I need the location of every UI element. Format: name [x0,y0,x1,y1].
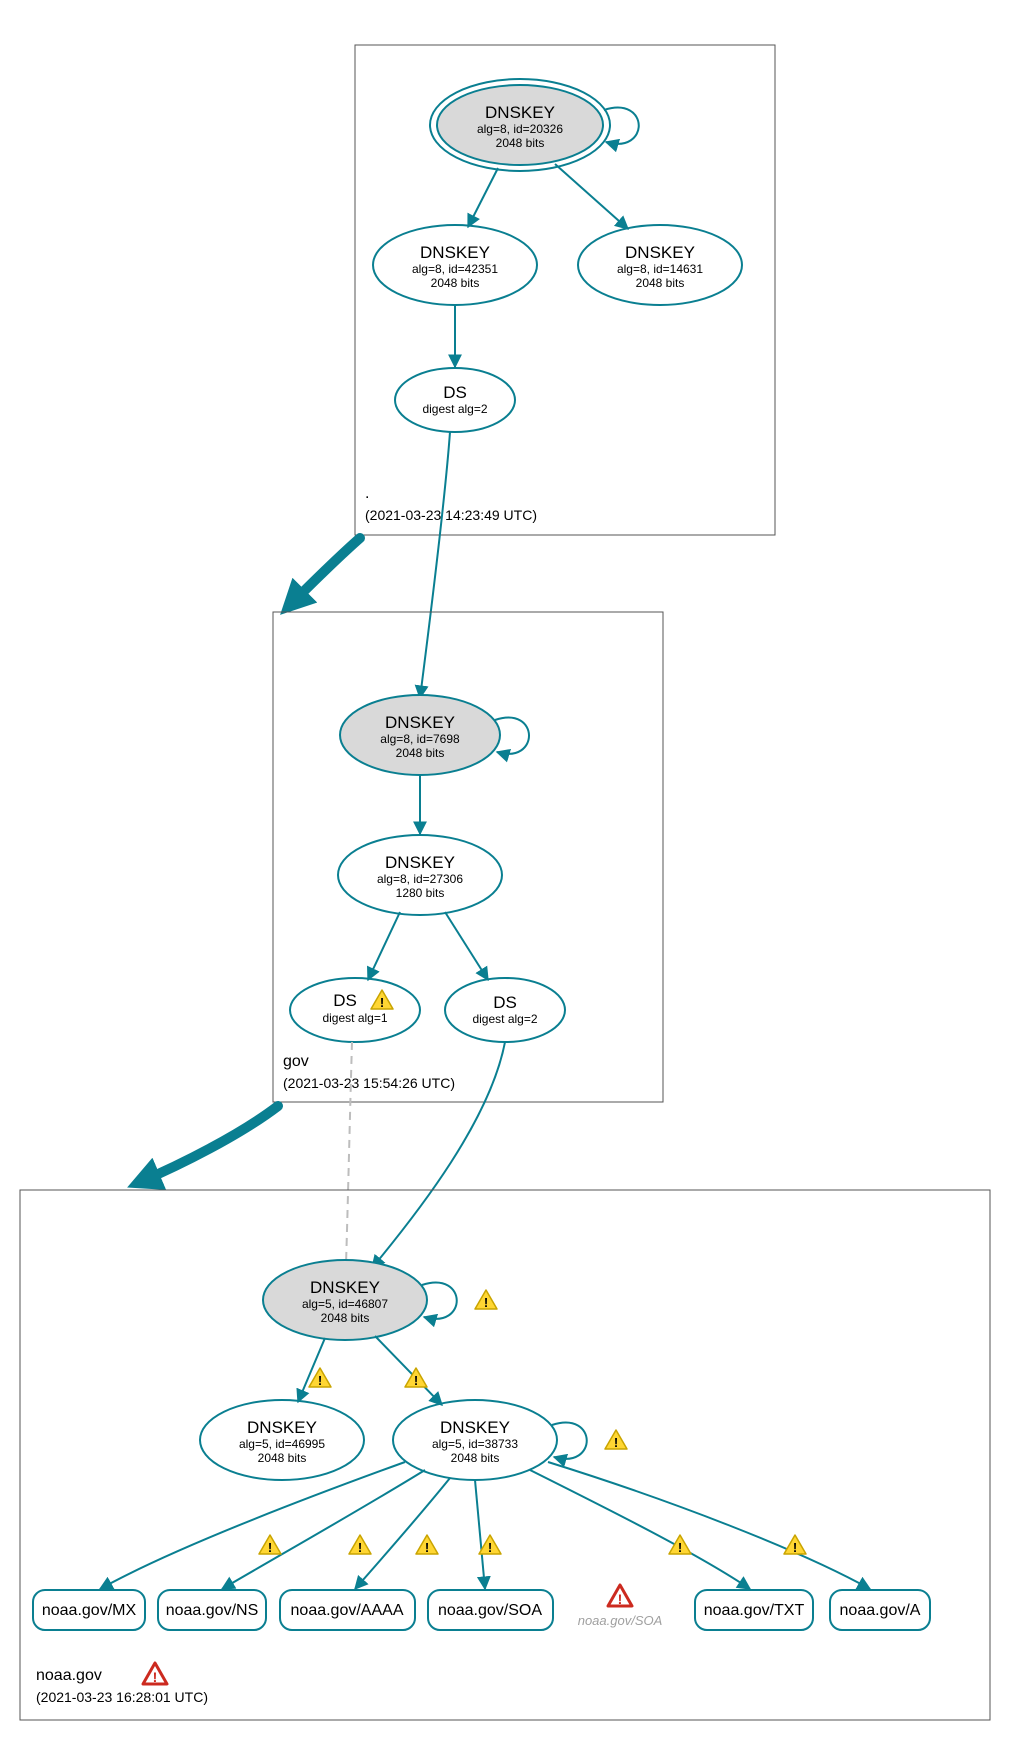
edge-zsk-txt [530,1470,750,1589]
svg-text:1280 bits: 1280 bits [396,886,445,900]
dnssec-graph: ! ! . (2021-03-23 14:23:49 UTC) DNSKEY a… [0,0,1011,1746]
rr-aaaa[interactable]: noaa.gov/AAAA [280,1590,415,1630]
edge-zsk-soa [475,1480,485,1589]
edge-zsk-aaaa [355,1478,450,1589]
error-icon [143,1663,167,1685]
svg-text:DNSKEY: DNSKEY [247,1418,317,1437]
rr-txt[interactable]: noaa.gov/TXT [695,1590,813,1630]
warn-icon [784,1535,806,1555]
svg-text:alg=5, id=46807: alg=5, id=46807 [302,1297,388,1311]
svg-text:noaa.gov/NS: noaa.gov/NS [166,1602,259,1619]
node-root-zsk1[interactable]: DNSKEY alg=8, id=42351 2048 bits [373,225,537,305]
svg-text:digest alg=1: digest alg=1 [322,1011,387,1025]
svg-text:digest alg=2: digest alg=2 [422,402,487,416]
svg-text:alg=5, id=46995: alg=5, id=46995 [239,1437,325,1451]
svg-text:2048 bits: 2048 bits [451,1451,500,1465]
zone-root-label: . [365,485,369,502]
svg-text:DS: DS [443,383,467,402]
zone-noaa-label: noaa.gov [36,1667,102,1684]
svg-text:DNSKEY: DNSKEY [440,1418,510,1437]
zone-gov-ts: (2021-03-23 15:54:26 UTC) [283,1075,455,1091]
svg-text:DNSKEY: DNSKEY [385,713,455,732]
warn-icon [309,1368,331,1388]
svg-text:noaa.gov/A: noaa.gov/A [840,1602,921,1619]
zone-noaa-ts: (2021-03-23 16:28:01 UTC) [36,1689,208,1705]
rr-a[interactable]: noaa.gov/A [830,1590,930,1630]
zone-gov-label: gov [283,1053,309,1070]
svg-text:2048 bits: 2048 bits [321,1311,370,1325]
svg-text:DNSKEY: DNSKEY [420,243,490,262]
deleg-root-gov [290,538,360,605]
svg-text:noaa.gov/MX: noaa.gov/MX [42,1602,137,1619]
svg-text:alg=8, id=27306: alg=8, id=27306 [377,872,463,886]
zone-root-ts: (2021-03-23 14:23:49 UTC) [365,507,537,523]
svg-text:alg=8, id=20326: alg=8, id=20326 [477,122,563,136]
node-root-ds[interactable]: DS digest alg=2 [395,368,515,432]
warn-icon [416,1535,438,1555]
svg-text:2048 bits: 2048 bits [396,746,445,760]
edge-govzsk-ds1 [368,912,400,980]
edge-zsk-ns [222,1470,425,1589]
node-gov-ds2[interactable]: DS digest alg=2 [445,978,565,1042]
svg-text:DS: DS [333,991,357,1010]
svg-text:noaa.gov/SOA: noaa.gov/SOA [578,1613,663,1628]
node-gov-ds1[interactable]: DS digest alg=1 [290,978,420,1042]
error-icon [608,1585,632,1607]
rr-mx[interactable]: noaa.gov/MX [33,1590,145,1630]
node-gov-ksk[interactable]: DNSKEY alg=8, id=7698 2048 bits [340,695,500,775]
rr-soa2: noaa.gov/SOA [578,1585,663,1628]
svg-text:alg=8, id=14631: alg=8, id=14631 [617,262,703,276]
warn-icon [259,1535,281,1555]
zone-gov: gov (2021-03-23 15:54:26 UTC) DNSKEY alg… [273,612,663,1102]
node-noaa-k2[interactable]: DNSKEY alg=5, id=46995 2048 bits [200,1400,364,1480]
svg-text:DNSKEY: DNSKEY [625,243,695,262]
deleg-gov-noaa [140,1106,278,1182]
warn-icon [669,1535,691,1555]
edge-rootksk-zsk1 [468,168,498,227]
edge-noaaksk-zsk [375,1336,442,1405]
zone-noaa: noaa.gov (2021-03-23 16:28:01 UTC) DNSKE… [20,1190,990,1720]
node-noaa-zsk[interactable]: DNSKEY alg=5, id=38733 2048 bits [393,1400,557,1480]
edge-zsk-a [548,1462,870,1589]
edge-govzsk-ds2 [445,912,488,980]
warn-icon [479,1535,501,1555]
svg-text:DNSKEY: DNSKEY [485,103,555,122]
svg-text:noaa.gov/AAAA: noaa.gov/AAAA [291,1602,404,1619]
svg-text:2048 bits: 2048 bits [431,276,480,290]
edge-rootksk-zsk2 [555,164,628,229]
rr-ns[interactable]: noaa.gov/NS [158,1590,266,1630]
edge-rootds-govksk [420,432,450,698]
zone-root: . (2021-03-23 14:23:49 UTC) DNSKEY alg=8… [355,45,775,535]
rr-soa[interactable]: noaa.gov/SOA [428,1590,553,1630]
svg-text:alg=5, id=38733: alg=5, id=38733 [432,1437,518,1451]
svg-text:DNSKEY: DNSKEY [310,1278,380,1297]
warn-icon [349,1535,371,1555]
svg-text:2048 bits: 2048 bits [258,1451,307,1465]
warn-icon [605,1430,627,1450]
svg-text:2048 bits: 2048 bits [636,276,685,290]
svg-text:DS: DS [493,993,517,1012]
node-root-ksk[interactable]: DNSKEY alg=8, id=20326 2048 bits [430,79,610,171]
svg-text:DNSKEY: DNSKEY [385,853,455,872]
svg-text:noaa.gov/SOA: noaa.gov/SOA [438,1602,542,1619]
edge-zsk-mx [100,1462,405,1589]
svg-text:noaa.gov/TXT: noaa.gov/TXT [704,1602,805,1619]
svg-text:digest alg=2: digest alg=2 [472,1012,537,1026]
svg-text:alg=8, id=42351: alg=8, id=42351 [412,262,498,276]
svg-text:alg=8, id=7698: alg=8, id=7698 [380,732,460,746]
node-noaa-ksk[interactable]: DNSKEY alg=5, id=46807 2048 bits [263,1260,427,1340]
warn-icon [475,1290,497,1310]
node-root-zsk2[interactable]: DNSKEY alg=8, id=14631 2048 bits [578,225,742,305]
svg-text:2048 bits: 2048 bits [496,136,545,150]
node-gov-zsk[interactable]: DNSKEY alg=8, id=27306 1280 bits [338,835,502,915]
